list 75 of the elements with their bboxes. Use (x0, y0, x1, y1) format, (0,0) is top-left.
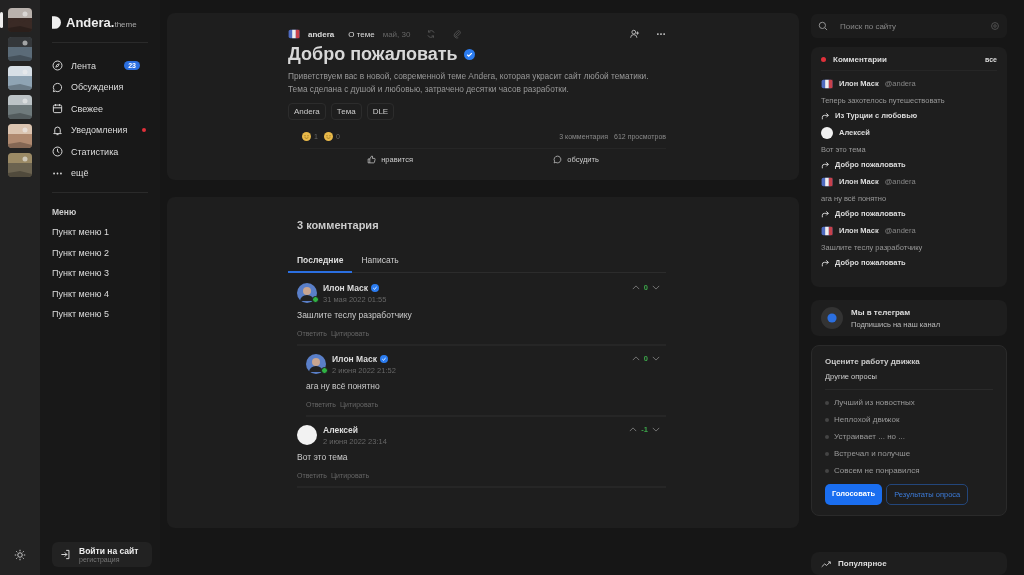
author-link[interactable]: andera (308, 29, 335, 39)
tab[interactable]: Последние (288, 251, 353, 273)
nav-item[interactable]: Статистика (52, 143, 148, 161)
comment-text: Вот это тема (297, 452, 349, 462)
comment-author[interactable]: Алексей (323, 425, 358, 435)
menu-item[interactable]: Пункт меню 4 (52, 288, 148, 309)
logo-text[interactable]: Andera.theme (66, 14, 137, 30)
clock-icon (52, 146, 63, 158)
telegram-icon (821, 307, 843, 329)
nav-item[interactable]: ещё (52, 164, 148, 182)
post-text: Приветствуем вас в новой, современной теме Andera, которая украсит сайт любой тематики. Тема сделана с душой и любовью, затрачено десятки часов разработки. (288, 70, 650, 96)
avatar (821, 175, 833, 188)
comment-text: Зашлите теслу разработчику (297, 310, 413, 320)
avatar (297, 425, 317, 445)
comment-author[interactable]: Илон Маск (332, 354, 377, 364)
add-user-icon[interactable] (630, 29, 640, 39)
compass-icon (52, 60, 63, 72)
poll-option[interactable]: Лучший из новостных (834, 398, 915, 407)
post-title: Добро пожаловать (288, 44, 458, 65)
menu-item[interactable]: Пункт меню 5 (52, 309, 148, 330)
poll-title: Оцените работу движка (825, 357, 921, 366)
tag[interactable]: Andera (288, 103, 326, 120)
emoji-icon[interactable] (302, 131, 311, 141)
tab[interactable]: Написать (352, 251, 408, 273)
reply-arrow-icon (821, 209, 829, 218)
poll-option[interactable]: Устраивает ... но ... (834, 432, 905, 441)
live-dot (821, 57, 826, 62)
menu-item[interactable]: Пункт меню 1 (52, 227, 148, 248)
avatar (821, 224, 833, 237)
reply-arrow-icon (821, 111, 829, 120)
search-field[interactable]: Поиск по сайту (811, 14, 1007, 38)
nav-item[interactable]: Свежее (52, 100, 148, 118)
poll-option[interactable]: Совсем не понравился (834, 466, 920, 475)
upvote-icon[interactable] (631, 356, 640, 361)
poll-option[interactable]: Неплохой движок (834, 415, 900, 424)
thumbs-up-icon (367, 155, 377, 164)
widget-title: Популярное (838, 559, 887, 568)
search-icon (818, 21, 828, 31)
refresh-icon (426, 29, 437, 39)
upvote-icon[interactable] (629, 427, 638, 432)
attachment-icon (452, 29, 463, 39)
poll-option[interactable]: Встречал и получше (834, 449, 911, 458)
downvote-icon[interactable] (652, 427, 660, 432)
chat-icon (553, 155, 563, 164)
avatar (821, 126, 833, 139)
sun-icon[interactable] (14, 549, 26, 561)
tag[interactable]: DLE (366, 103, 395, 120)
calendar-icon (52, 103, 63, 115)
nav-item[interactable]: Уведомления (52, 121, 148, 139)
reply-arrow-icon (821, 258, 829, 267)
reply-arrow-icon (821, 160, 829, 169)
downvote-icon[interactable] (652, 356, 660, 361)
avatar (297, 283, 317, 303)
menu-item[interactable]: Пункт меню 2 (52, 247, 148, 268)
trend-icon (821, 559, 831, 568)
upvote-icon[interactable] (631, 285, 640, 290)
menu-item[interactable]: Пункт меню 3 (52, 268, 148, 289)
bell-icon (52, 124, 63, 136)
emoji-icon[interactable] (323, 131, 333, 141)
comments-heading: 3 комментария (297, 219, 380, 231)
settings-icon[interactable] (990, 21, 1000, 31)
downvote-icon[interactable] (652, 285, 660, 290)
tag[interactable]: Тема (330, 103, 362, 120)
category-link[interactable]: О теме (348, 29, 375, 39)
avatar (306, 354, 326, 374)
nav-item[interactable]: Обсуждения (52, 78, 148, 96)
avatar (821, 77, 833, 90)
avatar (288, 28, 300, 40)
chat-icon (52, 81, 63, 93)
login-icon (60, 549, 71, 560)
comment-author[interactable]: Илон Маск (323, 283, 368, 293)
logo-icon (52, 15, 61, 29)
comment-text: ага ну всё понятно (306, 381, 381, 391)
menu-heading: Меню (52, 207, 78, 217)
widget-title: Комментарии (833, 55, 887, 64)
